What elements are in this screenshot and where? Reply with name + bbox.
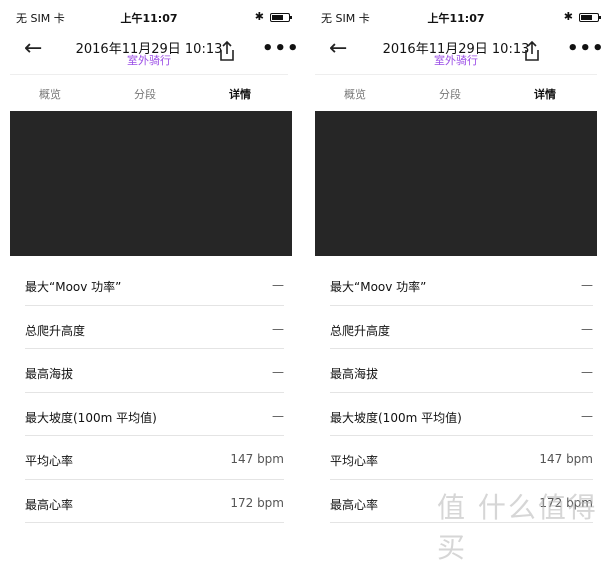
metrics-list: 最大“Moov 功率” — 总爬升高度 — 最高海拔 — 最大坡度(100m 平均值) — 平均… [25, 262, 284, 523]
list-item: 平均心率 147 bpm [25, 436, 284, 480]
tab-1[interactable]: 分段 [115, 86, 175, 102]
list-item: 最大坡度(100m 平均值) — [330, 393, 593, 436]
metric-value: 147 bpm [230, 452, 284, 466]
activity-type: 室外骑行 [434, 54, 478, 67]
metric-label: 最高海拔 [25, 367, 74, 381]
phone-screen: 无 SIM 卡 上午11:07 ✱ ← 2016年11月29日 10:13 室外… [0, 0, 300, 532]
tab-2[interactable]: 详情 [515, 86, 575, 102]
activity-type: 室外骑行 [127, 54, 171, 67]
list-item: 最高心率 172 bpm [25, 480, 284, 523]
watermark: 值 什么值得买 [437, 491, 598, 564]
metric-value: — [581, 408, 593, 423]
chart-svg [315, 111, 597, 256]
metric-label: 最大坡度(100m 平均值) [330, 410, 462, 425]
status-bar: 无 SIM 卡 上午11:07 ✱ [0, 10, 298, 28]
clock: 上午11:07 [120, 12, 178, 25]
tab-0[interactable]: 概览 [20, 86, 80, 102]
more-dots-icon[interactable]: ••• [262, 38, 300, 59]
list-item: 最高海拔 — [25, 349, 284, 393]
metric-value: — [581, 365, 593, 379]
list-item: 平均心率 147 bpm [330, 436, 593, 480]
metrics-list: 最大“Moov 功率” — 总爬升高度 — 最高海拔 — 最大坡度(100m 平均值) — 平均… [330, 262, 593, 523]
battery-icon [579, 13, 601, 22]
divider [315, 74, 597, 75]
list-item: 最高海拔 — [330, 349, 593, 393]
metric-value: 147 bpm [539, 452, 593, 466]
metric-value: — [272, 278, 284, 292]
metric-label: 最大“Moov 功率” [25, 280, 122, 294]
list-item: 总爬升高度 — [25, 306, 284, 349]
share-icon[interactable]: 海拔40 米200.0 km15.6 [218, 40, 236, 62]
bluetooth-icon: ✱ [563, 10, 573, 23]
metric-value: — [581, 321, 593, 336]
metric-label: 最大坡度(100m 平均值) [25, 410, 157, 425]
list-item: 最大“Moov 功率” — [330, 262, 593, 306]
status-bar: 无 SIM 卡 上午11:07 ✱ [305, 10, 607, 28]
share-icon[interactable]: 心率200 bpm1501000.0 km15.6 [523, 40, 541, 62]
metric-label: 最高心率 [330, 497, 379, 512]
divider [10, 74, 288, 75]
metric-label: 最高心率 [25, 497, 74, 512]
metric-label: 平均心率 [330, 454, 379, 468]
battery-icon [270, 13, 292, 22]
tab-2[interactable]: 详情 [210, 86, 270, 102]
phone-screen: 无 SIM 卡 上午11:07 ✱ ← 2016年11月29日 10:13 室外… [305, 0, 607, 532]
bluetooth-icon: ✱ [254, 10, 264, 23]
metric-value: — [581, 278, 593, 292]
list-item: 最大“Moov 功率” — [25, 262, 284, 306]
metric-label: 平均心率 [25, 454, 74, 468]
chart-card[interactable] [315, 111, 597, 256]
metric-value: — [272, 321, 284, 336]
metric-label: 总爬升高度 [330, 323, 391, 338]
metric-label: 最大“Moov 功率” [330, 280, 427, 294]
metric-value: — [272, 408, 284, 423]
metric-label: 最高海拔 [330, 367, 379, 381]
tab-1[interactable]: 分段 [420, 86, 480, 102]
metric-label: 总爬升高度 [25, 323, 86, 338]
list-item: 总爬升高度 — [330, 306, 593, 349]
list-item: 最大坡度(100m 平均值) — [25, 393, 284, 436]
more-dots-icon[interactable]: ••• [567, 38, 605, 59]
metric-value: 172 bpm [230, 495, 284, 510]
tab-0[interactable]: 概览 [325, 86, 385, 102]
chart-svg [10, 111, 292, 256]
metric-value: — [272, 365, 284, 379]
chart-card[interactable] [10, 111, 292, 256]
clock: 上午11:07 [427, 12, 485, 25]
